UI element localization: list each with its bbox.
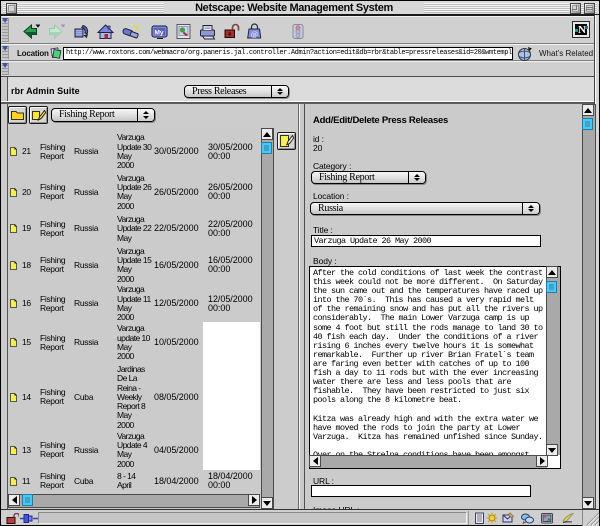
svg-text:@: @ xyxy=(251,30,258,39)
svg-text:My: My xyxy=(155,30,164,37)
